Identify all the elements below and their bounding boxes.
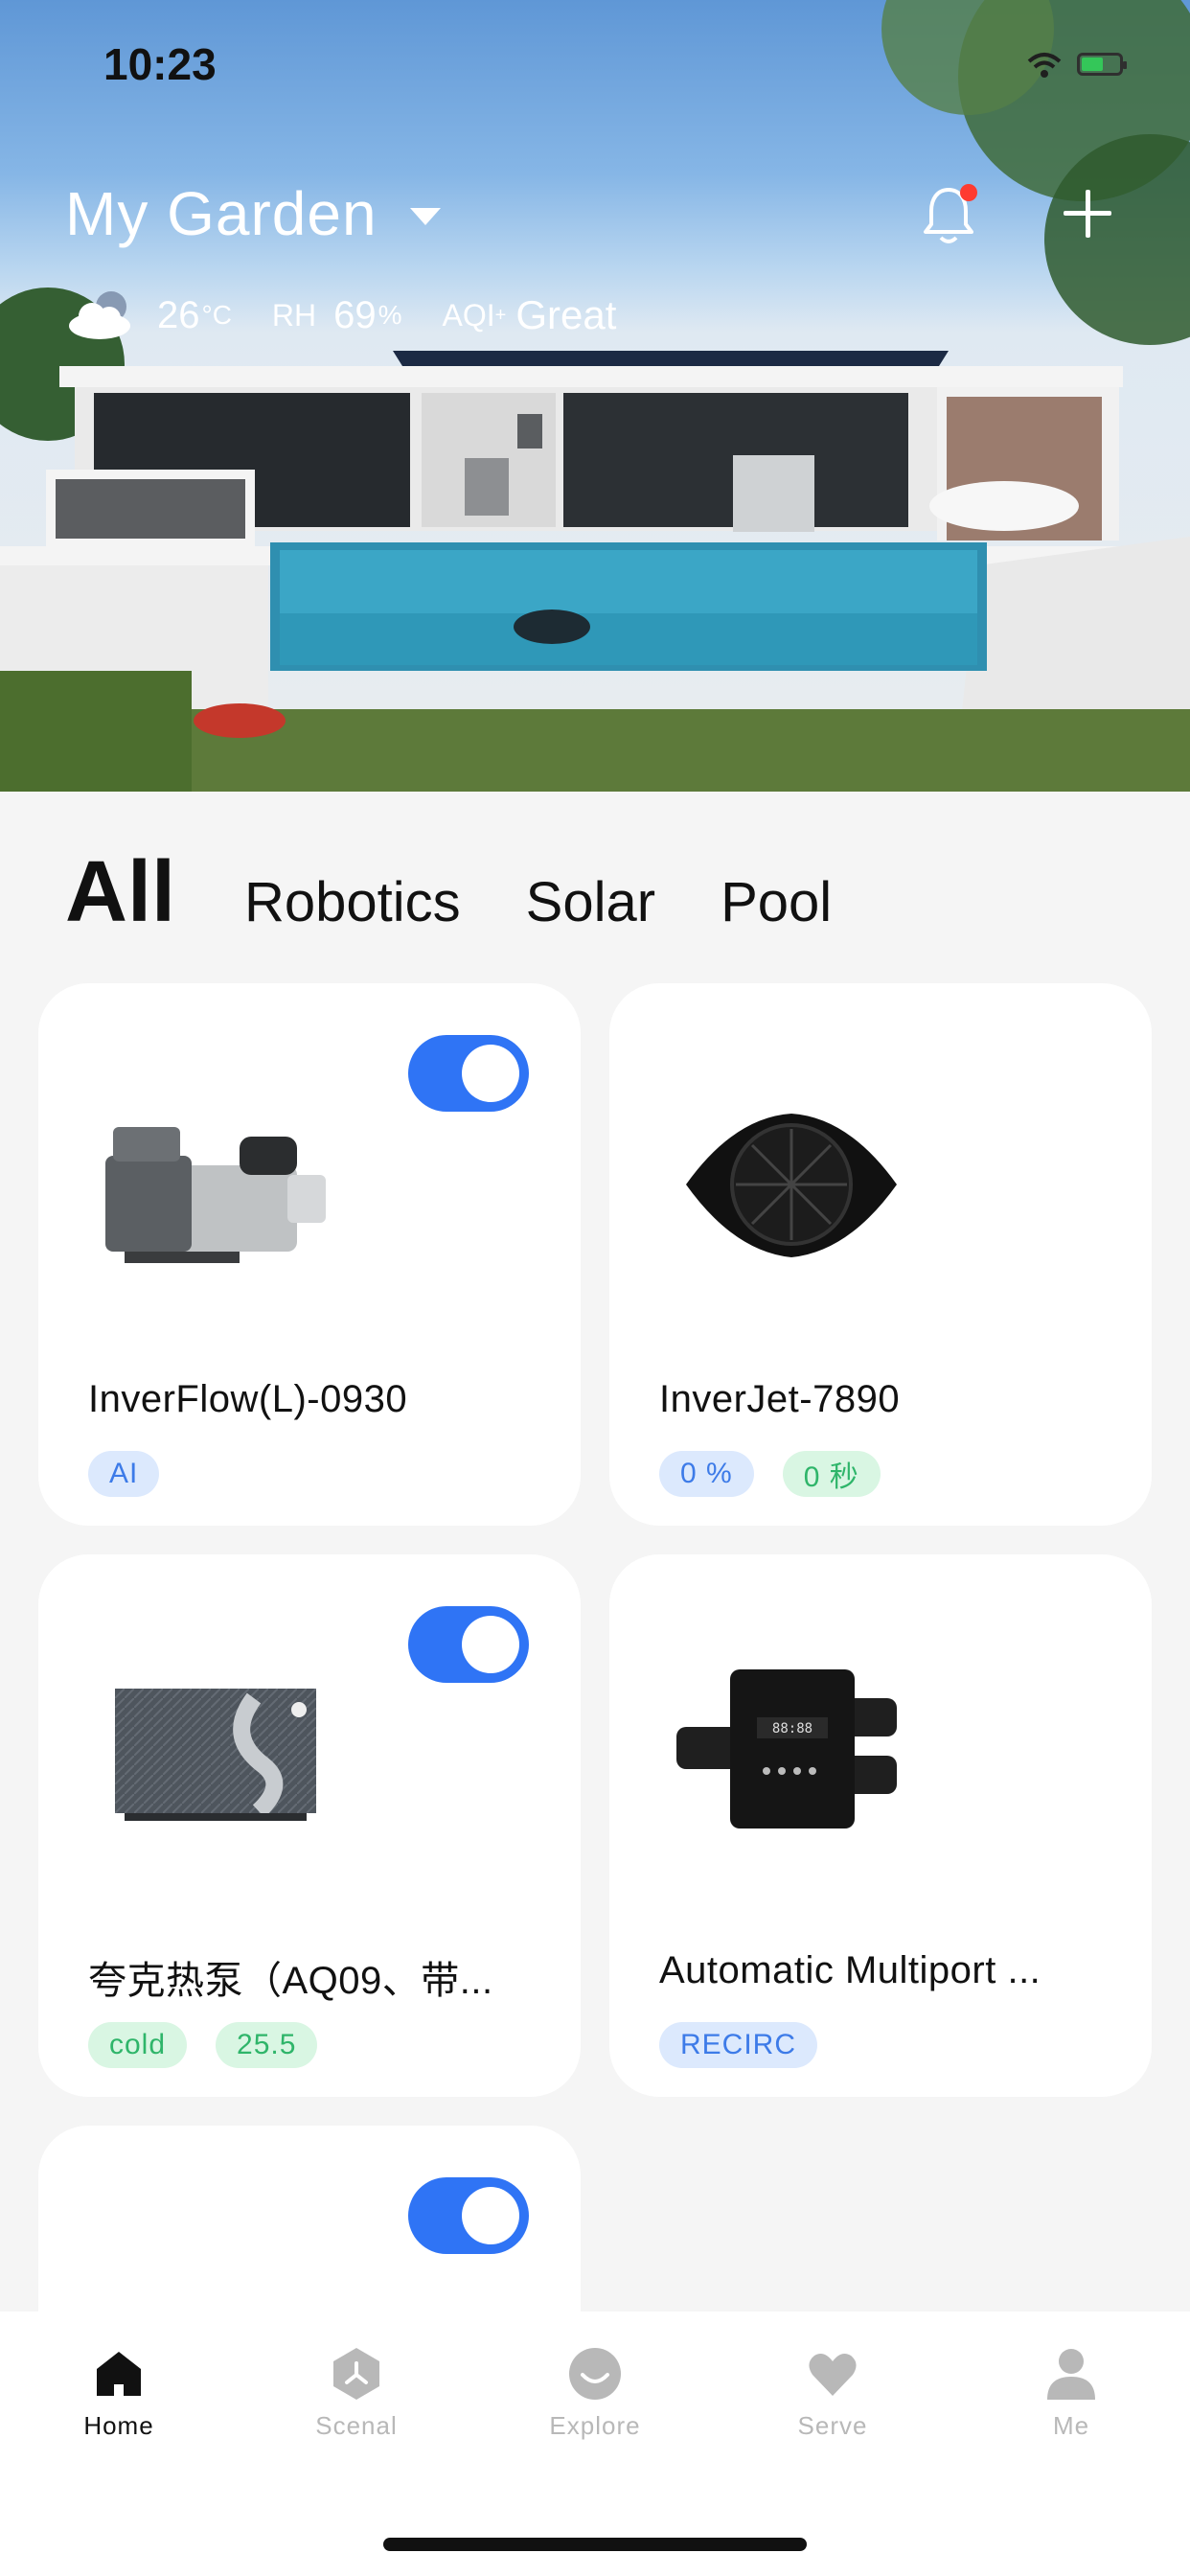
status-icons (1025, 50, 1127, 79)
nav-label: Home (83, 2411, 154, 2440)
device-name: InverFlow(L)-0930 (88, 1378, 408, 1420)
weather-summary: 26 °C RH 69 % AQI + Great (65, 289, 616, 341)
device-name: 夸克热泵（AQ09、带... (88, 1960, 493, 2002)
user-icon (1047, 2349, 1095, 2400)
category-tabs: All Robotics Solar Pool (65, 843, 897, 942)
tab-robotics[interactable]: Robotics (244, 870, 461, 934)
jet-icon (686, 1114, 897, 1257)
svg-text:88:88: 88:88 (772, 1721, 812, 1736)
scene-icon (333, 2348, 379, 2400)
garden-house-illustration (0, 0, 1190, 792)
status-time: 10:23 (103, 39, 217, 89)
nav-home[interactable]: Home (33, 2346, 205, 2441)
nav-explore[interactable]: Explore (509, 2346, 681, 2441)
tab-pool[interactable]: Pool (721, 870, 832, 934)
humidity-unit: % (378, 300, 402, 330)
device-card-heat-pump[interactable]: 夸克热泵（AQ09、带... cold 25.5 (38, 1554, 581, 2097)
nav-label: Explore (549, 2411, 641, 2440)
aqi-value: Great (515, 292, 617, 337)
heat-pump-icon (115, 1689, 316, 1821)
status-chip: 25.5 (216, 2022, 318, 2068)
status-chip: cold (88, 2022, 188, 2068)
status-chip: AI (88, 1451, 160, 1497)
temperature-unit: °C (201, 300, 232, 330)
device-status-chips: RECIRC (659, 2022, 818, 2068)
tab-all[interactable]: All (65, 843, 175, 942)
heart-icon (809, 2354, 857, 2396)
power-toggle[interactable] (408, 1606, 529, 1683)
status-chip: 0 % (659, 1451, 754, 1497)
aqi-label: AQI (442, 297, 495, 333)
device-status-chips: AI (88, 1451, 160, 1497)
explore-icon (569, 2348, 621, 2400)
home-icon (97, 2352, 141, 2396)
garden-selector[interactable]: My Garden (65, 178, 441, 249)
notification-button[interactable] (920, 184, 977, 245)
add-device-button[interactable] (1064, 190, 1111, 238)
nav-label: Me (1052, 2411, 1090, 2440)
device-card-inverflow[interactable]: InverFlow(L)-0930 AI (38, 983, 581, 1526)
device-card-multiport-valve[interactable]: 88:88 Automatic Multiport ... RECIRC (609, 1554, 1152, 2097)
nav-me[interactable]: Me (985, 2346, 1157, 2441)
cloud-icon (69, 291, 130, 339)
device-name: InverJet-7890 (659, 1378, 901, 1420)
status-chip: 0 秒 (782, 1451, 881, 1497)
wifi-icon (1027, 53, 1062, 78)
nav-label: Scenal (315, 2411, 398, 2440)
device-status-chips: cold 25.5 (88, 2022, 318, 2068)
power-toggle[interactable] (408, 1035, 529, 1112)
device-name: Automatic Multiport ... (659, 1949, 1041, 1991)
aqi-sup: + (494, 304, 507, 326)
garden-name: My Garden (65, 179, 378, 248)
humidity-value: 69 (333, 293, 377, 336)
nav-serve[interactable]: Serve (746, 2346, 919, 2441)
nav-label: Serve (797, 2411, 868, 2440)
status-chip: RECIRC (659, 2022, 818, 2068)
multiport-valve-icon: 88:88 (676, 1669, 897, 1828)
temperature-value: 26 (157, 293, 200, 336)
notification-dot (960, 184, 977, 201)
power-toggle[interactable] (408, 2177, 529, 2254)
caret-down-icon (409, 208, 441, 225)
tab-solar[interactable]: Solar (526, 870, 655, 934)
hero-banner: 10:23 My Garden 26 °C RH 69 % AQI + Grea… (0, 0, 1190, 792)
bottom-tab-bar: Home Scenal Explore Serve Me (0, 2312, 1190, 2576)
device-status-chips: 0 % 0 秒 (659, 1451, 881, 1497)
device-card-inverjet[interactable]: InverJet-7890 0 % 0 秒 (609, 983, 1152, 1526)
nav-scenal[interactable]: Scenal (270, 2346, 443, 2441)
humidity-label: RH (271, 297, 317, 333)
pool-pump-icon (105, 1127, 326, 1263)
home-indicator (383, 2538, 807, 2551)
battery-icon (1077, 53, 1127, 76)
